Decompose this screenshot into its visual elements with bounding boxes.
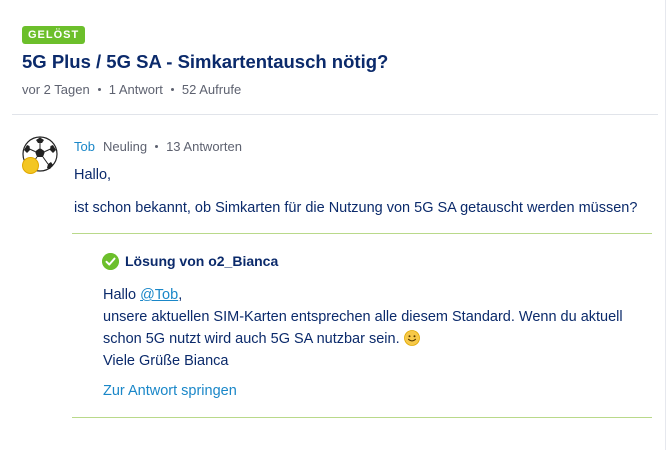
question-text: ist schon bekannt, ob Simkarten für die … (74, 200, 638, 216)
author-rank: Neuling (102, 139, 148, 154)
rank-badge-icon (22, 157, 39, 174)
divider (12, 114, 658, 115)
solution-greeting: Hallo @Tob, (103, 284, 643, 306)
page-title: 5G Plus / 5G SA - Simkartentausch nötig? (22, 51, 389, 72)
status-badge: GELÖST (22, 26, 86, 44)
greeting-prefix: Hallo (103, 287, 141, 303)
solution-line-2-wrap: schon 5G nutzt wird auch 5G SA nutzbar s… (103, 328, 643, 350)
separator-dot (155, 145, 159, 148)
check-circle-icon (102, 253, 119, 270)
jump-to-answer-link[interactable]: Zur Antwort springen (103, 383, 237, 399)
separator-dot (170, 88, 174, 91)
solution-signoff: Viele Grüße Bianca (103, 353, 229, 369)
solution-divider-bottom (72, 417, 652, 418)
page-edge (665, 0, 666, 450)
separator-dot (97, 88, 101, 91)
solution-header: Lösung von o2_Bianca (125, 253, 279, 269)
solution-divider-top (72, 233, 652, 234)
view-count: 52 Aufrufe (181, 82, 242, 97)
solution-line-1: unsere aktuellen SIM-Karten entsprechen … (103, 309, 623, 325)
post-age: vor 2 Tagen (22, 82, 90, 97)
solution-line-2: schon 5G nutzt wird auch 5G SA nutzbar s… (103, 331, 400, 347)
author-answer-count: 13 Antworten (166, 139, 242, 154)
greeting-suffix: , (178, 287, 183, 303)
post-meta: vor 2 Tagen 1 Antwort 52 Aufrufe (22, 82, 241, 97)
mention-link[interactable]: @Tob (140, 287, 178, 303)
author-link[interactable]: Tob (74, 139, 95, 154)
solution-body: Hallo @Tob, unsere aktuellen SIM-Karten … (103, 284, 643, 372)
answer-count: 1 Antwort (108, 82, 163, 97)
author-info: Tob Neuling 13 Antworten (74, 139, 242, 154)
smiley-icon (403, 330, 420, 346)
question-greeting: Hallo, (74, 167, 112, 183)
